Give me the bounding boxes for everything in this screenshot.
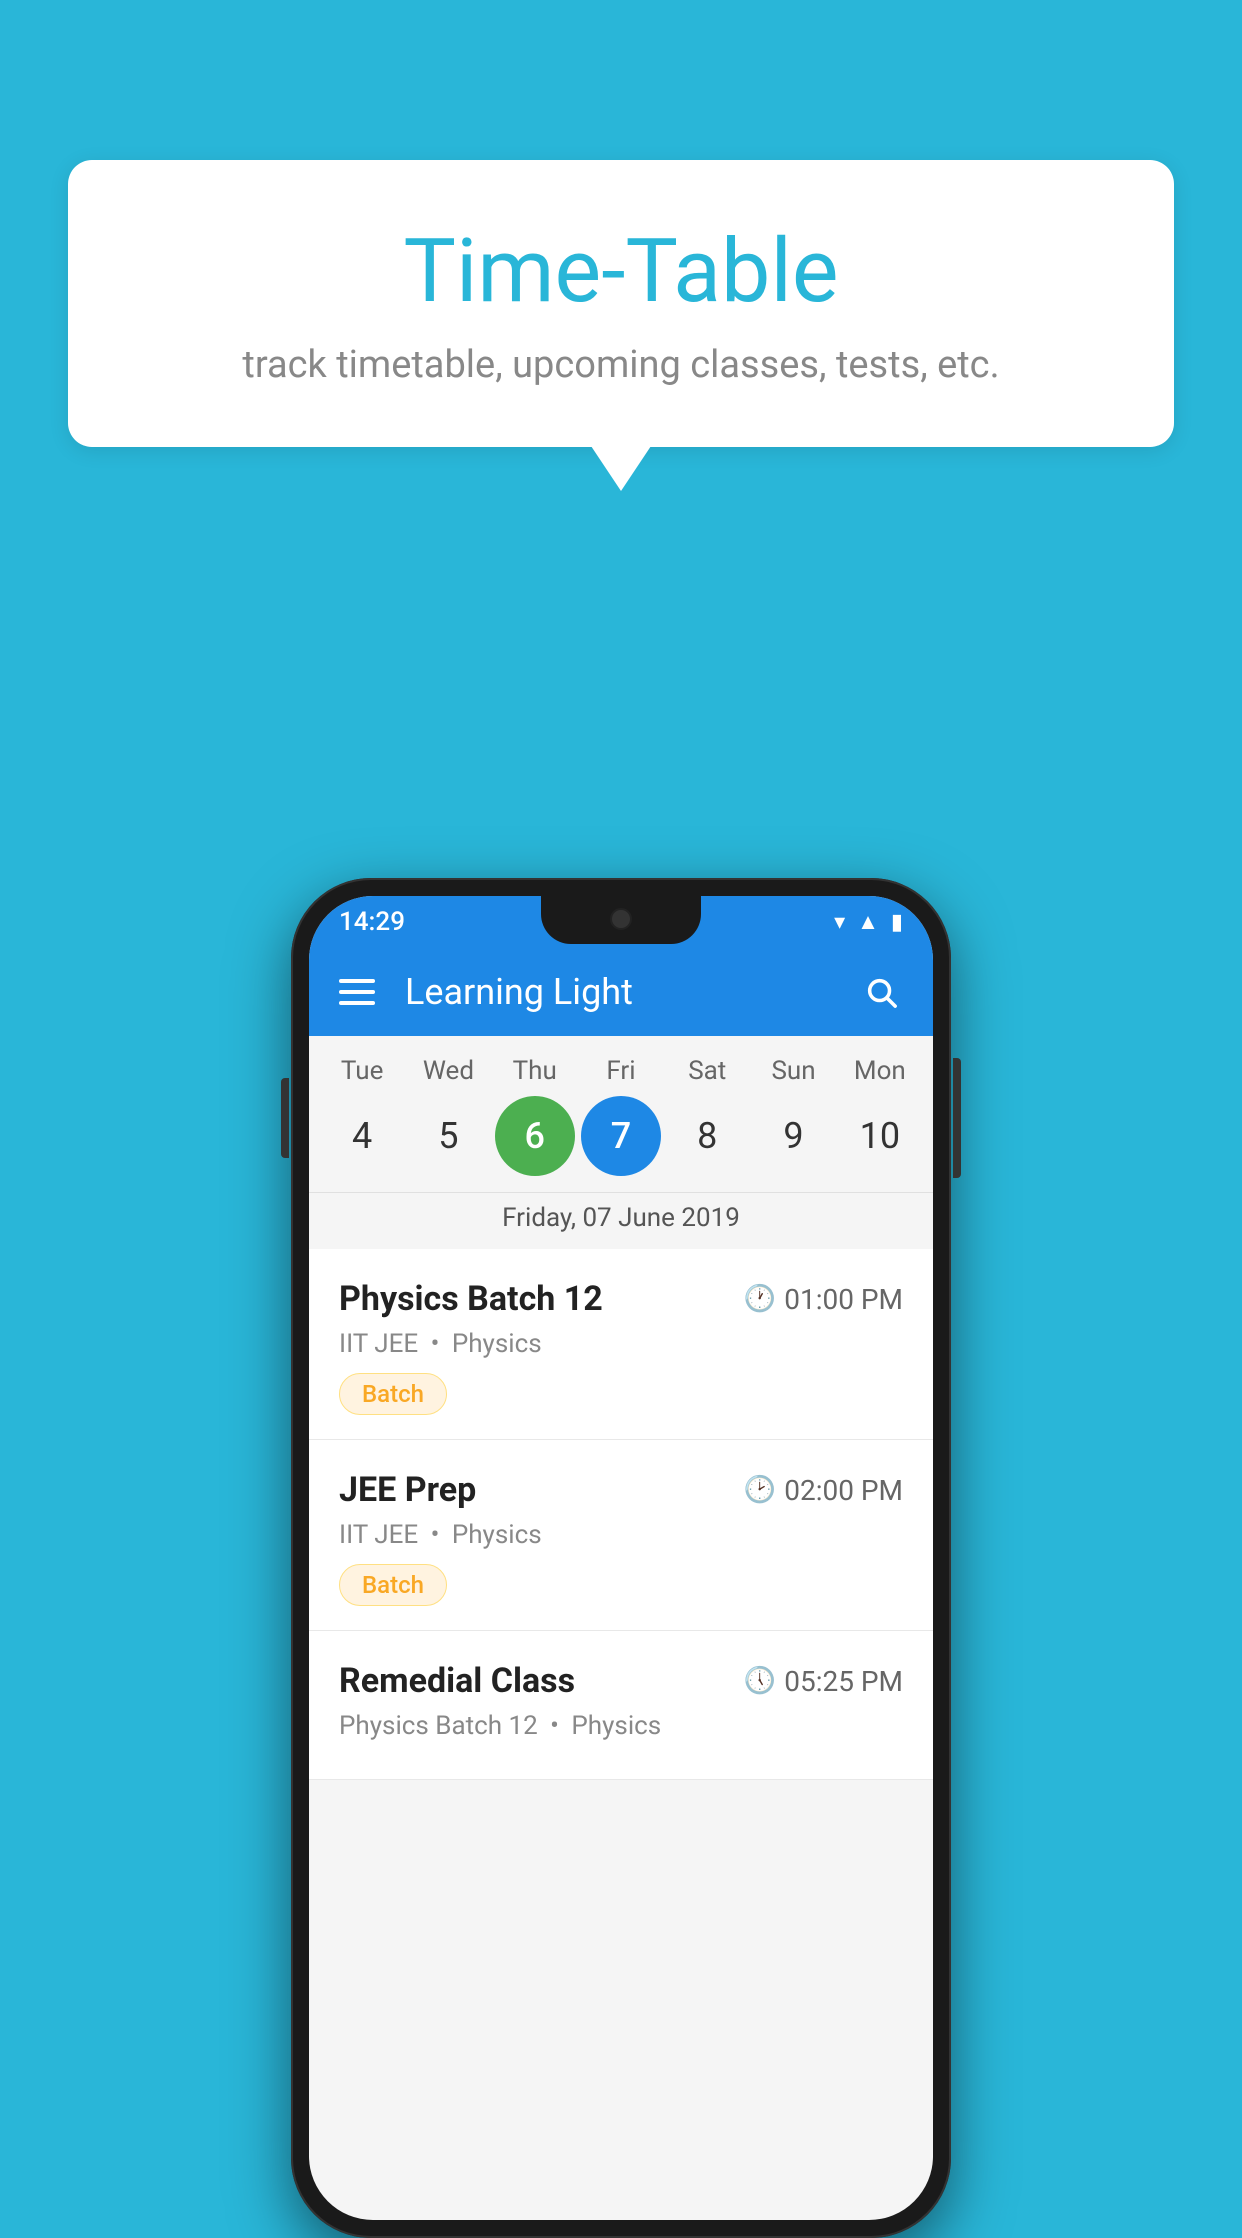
schedule-item-3-time-text: 05:25 PM bbox=[784, 1665, 903, 1698]
battery-icon: ▮ bbox=[891, 910, 903, 935]
phone-frame: 14:29 ▾ ▲ ▮ Learning Light bbox=[291, 878, 951, 2238]
schedule-item-2-title: JEE Prep bbox=[339, 1470, 476, 1510]
selected-date-label: Friday, 07 June 2019 bbox=[309, 1192, 933, 1249]
schedule-item-3[interactable]: Remedial Class 🕔 05:25 PM Physics Batch … bbox=[309, 1631, 933, 1780]
clock-icon-1: 🕐 bbox=[744, 1284, 776, 1314]
batch-badge-2: Batch bbox=[339, 1564, 447, 1606]
bubble-title: Time-Table bbox=[148, 220, 1094, 323]
schedule-item-1-top: Physics Batch 12 🕐 01:00 PM bbox=[339, 1279, 903, 1319]
day-name-thu: Thu bbox=[495, 1056, 575, 1086]
schedule-item-1-title: Physics Batch 12 bbox=[339, 1279, 603, 1319]
app-bar: Learning Light bbox=[309, 948, 933, 1036]
schedule-item-1[interactable]: Physics Batch 12 🕐 01:00 PM IIT JEE • Ph… bbox=[309, 1249, 933, 1440]
day-name-mon: Mon bbox=[840, 1056, 920, 1086]
search-button[interactable] bbox=[859, 970, 903, 1014]
day-10[interactable]: 10 bbox=[840, 1096, 920, 1176]
bubble-subtitle: track timetable, upcoming classes, tests… bbox=[148, 343, 1094, 387]
batch-badge-1: Batch bbox=[339, 1373, 447, 1415]
clock-icon-3: 🕔 bbox=[744, 1666, 776, 1696]
signal-icon: ▲ bbox=[857, 909, 879, 935]
schedule-item-3-time: 🕔 05:25 PM bbox=[744, 1665, 903, 1698]
schedule-item-2-sub: IIT JEE • Physics bbox=[339, 1520, 903, 1550]
day-9[interactable]: 9 bbox=[754, 1096, 834, 1176]
wifi-icon: ▾ bbox=[834, 910, 845, 935]
day-name-tue: Tue bbox=[322, 1056, 402, 1086]
schedule-item-3-title: Remedial Class bbox=[339, 1661, 575, 1701]
schedule-item-1-time: 🕐 01:00 PM bbox=[744, 1283, 903, 1316]
day-names-row: Tue Wed Thu Fri Sat Sun Mon bbox=[309, 1056, 933, 1086]
calendar-header: Tue Wed Thu Fri Sat Sun Mon 4 5 6 7 8 9 … bbox=[309, 1036, 933, 1249]
schedule-item-2-time: 🕑 02:00 PM bbox=[744, 1474, 903, 1507]
schedule-item-1-sub: IIT JEE • Physics bbox=[339, 1329, 903, 1359]
app-title: Learning Light bbox=[405, 971, 829, 1013]
day-name-sat: Sat bbox=[667, 1056, 747, 1086]
phone-screen: 14:29 ▾ ▲ ▮ Learning Light bbox=[309, 896, 933, 2220]
schedule-list: Physics Batch 12 🕐 01:00 PM IIT JEE • Ph… bbox=[309, 1249, 933, 1780]
status-icons: ▾ ▲ ▮ bbox=[834, 909, 903, 935]
phone-camera bbox=[610, 908, 632, 930]
schedule-item-2-time-text: 02:00 PM bbox=[784, 1474, 903, 1507]
day-numbers-row: 4 5 6 7 8 9 10 bbox=[309, 1096, 933, 1176]
menu-button[interactable] bbox=[339, 979, 375, 1005]
phone-notch bbox=[541, 896, 701, 944]
day-5[interactable]: 5 bbox=[408, 1096, 488, 1176]
status-time: 14:29 bbox=[339, 907, 405, 937]
day-4[interactable]: 4 bbox=[322, 1096, 402, 1176]
day-name-sun: Sun bbox=[754, 1056, 834, 1086]
day-7-selected[interactable]: 7 bbox=[581, 1096, 661, 1176]
schedule-item-3-top: Remedial Class 🕔 05:25 PM bbox=[339, 1661, 903, 1701]
day-name-fri: Fri bbox=[581, 1056, 661, 1086]
search-icon bbox=[864, 975, 898, 1009]
schedule-item-3-sub: Physics Batch 12 • Physics bbox=[339, 1711, 903, 1741]
schedule-item-1-time-text: 01:00 PM bbox=[784, 1283, 903, 1316]
schedule-item-2[interactable]: JEE Prep 🕑 02:00 PM IIT JEE • Physics Ba… bbox=[309, 1440, 933, 1631]
day-8[interactable]: 8 bbox=[667, 1096, 747, 1176]
speech-bubble: Time-Table track timetable, upcoming cla… bbox=[68, 160, 1174, 447]
day-6-today[interactable]: 6 bbox=[495, 1096, 575, 1176]
app-background: Time-Table track timetable, upcoming cla… bbox=[0, 0, 1242, 2208]
schedule-item-2-top: JEE Prep 🕑 02:00 PM bbox=[339, 1470, 903, 1510]
speech-bubble-section: Time-Table track timetable, upcoming cla… bbox=[68, 160, 1174, 447]
day-name-wed: Wed bbox=[408, 1056, 488, 1086]
clock-icon-2: 🕑 bbox=[744, 1475, 776, 1505]
